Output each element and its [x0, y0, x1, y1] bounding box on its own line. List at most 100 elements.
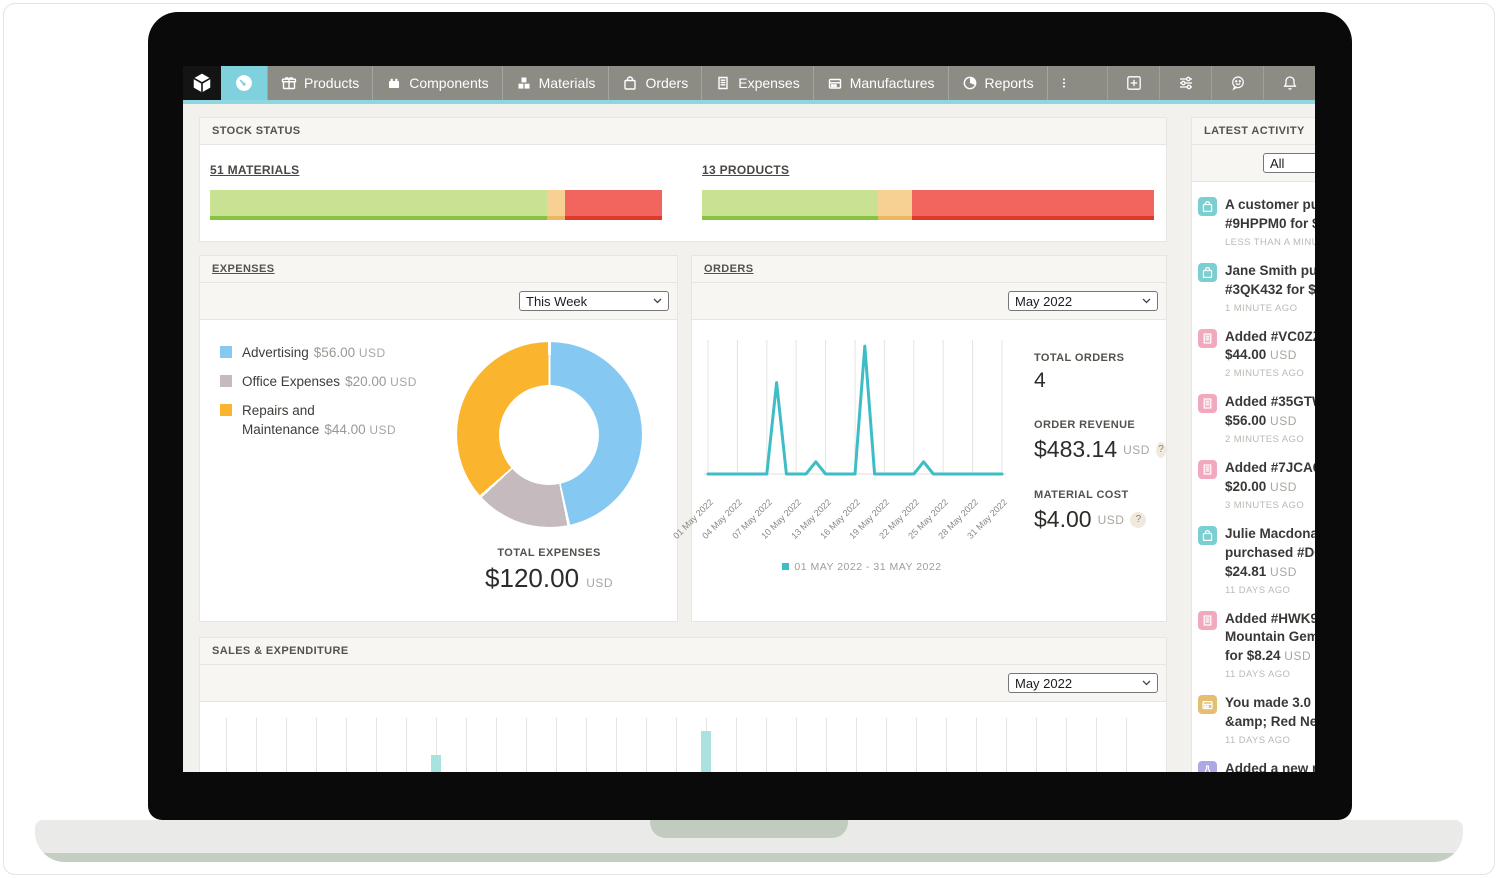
sales-period-select[interactable]: May 2022 [1008, 673, 1158, 693]
legend-value: $44.00 USD [324, 422, 396, 437]
stock-segment-low-stock [547, 190, 565, 220]
latest-activity-title: LATEST ACTIVITY [1192, 118, 1315, 145]
revenue-help-badge[interactable]: ? [1156, 442, 1166, 458]
sales-bar-sales [701, 731, 711, 772]
activity-line: Jane Smith purcha [1225, 262, 1315, 281]
materials-stock-bar [210, 190, 662, 220]
tab-more-menu[interactable] [1047, 66, 1080, 100]
stock-segment-low-stock [878, 190, 912, 220]
orders-panel: ORDERS May 2022 01 May 202204 May 202207… [691, 255, 1167, 622]
tab-manufactures[interactable]: Manufactures [813, 66, 948, 100]
add-button[interactable] [1107, 66, 1159, 100]
chevron-down-icon [1142, 298, 1151, 304]
activity-line: #3QK432 for $19.97 [1225, 281, 1315, 300]
activity-timestamp: 2 MINUTES AGO [1225, 368, 1315, 379]
activity-timestamp: 2 MINUTES AGO [1225, 434, 1315, 445]
pie-chart-icon [962, 75, 978, 91]
notifications-button[interactable] [1263, 66, 1315, 100]
legend-item: Advertising$56.00 USD [220, 344, 441, 362]
shopping-bag-icon [1198, 526, 1217, 545]
add-square-icon [1126, 75, 1142, 91]
legend-swatch-advertising [220, 346, 232, 358]
sales-gridline [676, 718, 677, 772]
expenses-title-link[interactable]: EXPENSES [212, 263, 275, 275]
activity-line: $20.00 USD [1225, 478, 1315, 497]
products-link[interactable]: 13 PRODUCTS [702, 163, 789, 177]
activity-item[interactable]: Added #VC0ZZE f $44.00 USD 2 MINUTES AGO [1198, 328, 1315, 380]
sales-expenditure-title: SALES & EXPENDITURE [200, 638, 1166, 665]
stock-segment-in-stock [210, 190, 547, 220]
tab-components[interactable]: Components [372, 66, 501, 100]
laptop-base [35, 820, 1463, 862]
activity-timestamp: 11 DAYS AGO [1225, 585, 1315, 596]
sales-gridline [256, 718, 257, 772]
tab-dashboard[interactable] [221, 66, 267, 100]
sales-gridline [226, 718, 227, 772]
total-orders-label: TOTAL ORDERS [1034, 352, 1166, 364]
sales-gridline [646, 718, 647, 772]
tab-products[interactable]: Products [267, 66, 372, 100]
activity-item[interactable]: Jane Smith purcha #3QK432 for $19.97 1 M… [1198, 262, 1315, 314]
laptop-hinge-notch [650, 820, 848, 838]
tab-orders[interactable]: Orders [608, 66, 701, 100]
tab-label: Products [304, 75, 359, 91]
total-expenses-label: TOTAL EXPENSES [447, 547, 651, 559]
sales-gridline [406, 718, 407, 772]
chat-feedback-button[interactable] [1211, 66, 1263, 100]
boxes-icon [516, 75, 532, 91]
dashboard-gauge-icon [235, 74, 253, 92]
sales-gridline [496, 718, 497, 772]
activity-item[interactable]: Added #35GTW8 $56.00 USD 2 MINUTES AGO [1198, 393, 1315, 445]
material-cost-value: $4.00 USD ? [1034, 506, 1166, 533]
sales-gridline [826, 718, 827, 772]
sales-gridline [526, 718, 527, 772]
legend-label: Office Expenses [242, 374, 340, 389]
activity-item[interactable]: Julie Macdonald purchased #D03C7A $24.81… [1198, 525, 1315, 596]
activity-item[interactable]: You made 3.0 x B &amp; Red Necklace 11 D… [1198, 694, 1315, 746]
tab-label: Reports [985, 75, 1034, 91]
activity-item[interactable]: Added #7JCA61 fo $20.00 USD 3 MINUTES AG… [1198, 459, 1315, 511]
tab-expenses[interactable]: Expenses [701, 66, 812, 100]
orders-period-select[interactable]: May 2022 [1008, 291, 1158, 311]
legend-value: $56.00 USD [314, 345, 386, 360]
activity-item[interactable]: Added a new reci "Blue & Red Necklace 11… [1198, 760, 1315, 772]
latest-activity-panel: LATEST ACTIVITY All A customer purcha #9… [1191, 117, 1315, 772]
app-logo[interactable] [183, 66, 221, 100]
activity-item[interactable]: A customer purcha #9HPPM0 for $280.0 LES… [1198, 196, 1315, 248]
receipt-icon [1198, 611, 1217, 630]
activity-line: Added #HWK9EJ I [1225, 610, 1315, 629]
sales-gridline [286, 718, 287, 772]
sales-gridline [1126, 718, 1127, 772]
sales-gridline [796, 718, 797, 772]
activity-filter-select[interactable]: All [1263, 153, 1315, 173]
orders-title-link[interactable]: ORDERS [704, 263, 753, 275]
activity-line: Added a new reci [1225, 760, 1315, 772]
activity-line: Mountain Gems & Be [1225, 628, 1315, 647]
bell-icon [1282, 75, 1298, 91]
activity-filter-value: All [1270, 156, 1284, 171]
settings-sliders-button[interactable] [1159, 66, 1211, 100]
sales-gridline [556, 718, 557, 772]
shopping-bag-icon [1198, 263, 1217, 282]
sales-gridline [976, 718, 977, 772]
activity-line: &amp; Red Necklace [1225, 713, 1315, 732]
activity-line: #9HPPM0 for $280.0 [1225, 215, 1315, 234]
tab-label: Expenses [738, 75, 799, 91]
tab-reports[interactable]: Reports [948, 66, 1047, 100]
expenses-period-select[interactable]: This Week [519, 291, 669, 311]
activity-item[interactable]: Added #HWK9EJ I Mountain Gems & Be for $… [1198, 610, 1315, 681]
sales-period-value: May 2022 [1015, 676, 1072, 691]
materials-link[interactable]: 51 MATERIALS [210, 163, 299, 177]
tab-materials[interactable]: Materials [502, 66, 609, 100]
receipt-icon [715, 75, 731, 91]
sales-gridline [886, 718, 887, 772]
cost-help-badge[interactable]: ? [1130, 512, 1146, 528]
sales-gridline [856, 718, 857, 772]
sales-gridline [346, 718, 347, 772]
legend-label: Repairs and Maintenance [242, 403, 319, 436]
order-revenue-label: ORDER REVENUE [1034, 419, 1166, 431]
sales-gridline [466, 718, 467, 772]
sales-gridline [736, 718, 737, 772]
activity-timestamp: 11 DAYS AGO [1225, 669, 1315, 680]
dashboard-content: STOCK STATUS 51 MATERIALS 13 PRODUCTS [183, 104, 1315, 772]
